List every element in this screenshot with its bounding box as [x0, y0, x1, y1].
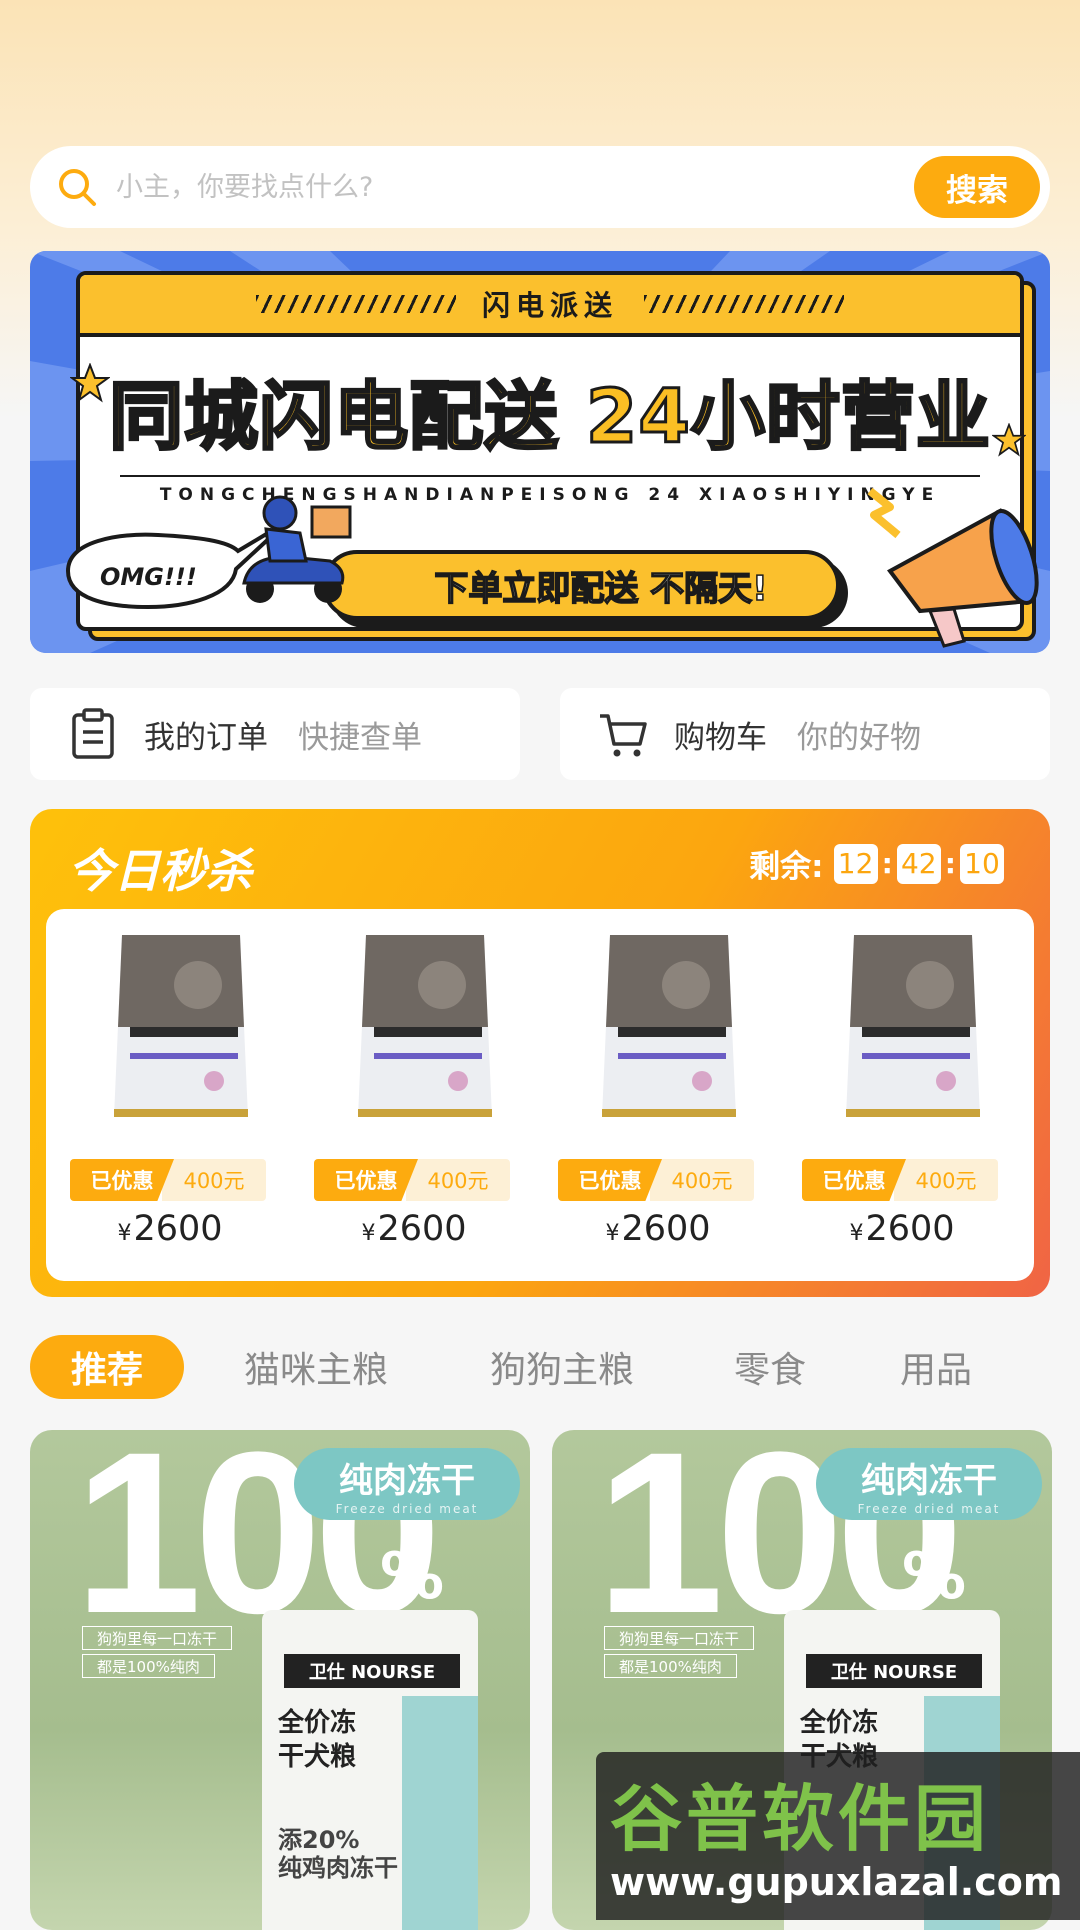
- flash-sale-title: 今日秒杀: [68, 844, 252, 898]
- scooter-rider-icon: [242, 495, 352, 603]
- discount-tag: 400元 已优惠: [70, 1159, 266, 1201]
- tab-cat-food[interactable]: 猫咪主粮: [226, 1335, 406, 1399]
- speech-bubble-text: OMG!!!: [100, 563, 197, 591]
- price-value: 2600: [133, 1209, 223, 1249]
- product-label: 狗狗里每一口冻干: [604, 1626, 755, 1650]
- dog-food-bag: 卫仕 NOURSE 全价冻 干犬粮 添20% 纯鸡肉冻干: [262, 1610, 478, 1930]
- item-price: ¥2600: [304, 1209, 524, 1249]
- bag-brand: 卫仕 NOURSE: [284, 1654, 460, 1688]
- price-value: 2600: [377, 1209, 467, 1249]
- item-price: ¥2600: [60, 1209, 280, 1249]
- my-orders-label: 我的订单: [144, 719, 268, 756]
- cat-food-bag-icon: [114, 935, 248, 1117]
- discount-value: 400元: [406, 1159, 510, 1201]
- product-badge-text: 纯肉冻干: [339, 1460, 475, 1501]
- discount-tag: 400元 已优惠: [558, 1159, 754, 1201]
- currency-symbol: ¥: [605, 1221, 620, 1246]
- delivery-banner[interactable]: 闪电派送 同城闪电配送 24小时营业 TONGCHENGSHANDIANPEIS…: [30, 251, 1050, 653]
- discount-value: 400元: [650, 1159, 754, 1201]
- clipboard-icon: [72, 708, 114, 759]
- countdown-label: 剩余:: [749, 849, 824, 885]
- category-tabs: 推荐 猫咪主粮 狗狗主粮 零食 用品: [30, 1335, 1050, 1399]
- bag-subtitle: 添20% 纯鸡肉冻干: [278, 1826, 398, 1882]
- flash-sale-section: 今日秒杀 剩余: 12 : 42 : 10 400元 已优惠 ¥2600 400…: [30, 809, 1050, 1297]
- flash-sale-item[interactable]: 400元 已优惠 ¥2600: [548, 931, 754, 1271]
- product-badge-text: 纯肉冻干: [861, 1460, 997, 1501]
- countdown-seconds: 10: [960, 843, 1004, 884]
- product-percent: %: [902, 1540, 967, 1614]
- discount-tag: 400元 已优惠: [802, 1159, 998, 1201]
- my-orders-button[interactable]: 我的订单 快捷查单: [30, 688, 520, 780]
- discount-label: 已优惠: [314, 1159, 418, 1201]
- cat-food-bag-icon: [358, 935, 492, 1117]
- cat-food-bag-icon: [602, 935, 736, 1117]
- star-icon: [992, 423, 1026, 457]
- discount-tag: 400元 已优惠: [314, 1159, 510, 1201]
- discount-label: 已优惠: [558, 1159, 662, 1201]
- currency-symbol: ¥: [117, 1221, 132, 1246]
- countdown-timer: 剩余: 12 : 42 : 10: [749, 841, 1004, 886]
- tab-recommend[interactable]: 推荐: [30, 1335, 184, 1399]
- product-card[interactable]: 100 % 纯肉冻干 Freeze dried meat 狗狗里每一口冻干 都是…: [30, 1430, 530, 1930]
- banner-pill: 下单立即配送 不隔天!: [322, 550, 840, 620]
- tab-snacks[interactable]: 零食: [720, 1335, 820, 1399]
- tab-supplies[interactable]: 用品: [886, 1335, 986, 1399]
- product-badge-subtext: Freeze dried meat: [857, 1501, 1001, 1516]
- price-value: 2600: [621, 1209, 711, 1249]
- hatch-decoration: [644, 295, 844, 313]
- product-badge: 纯肉冻干 Freeze dried meat: [816, 1448, 1042, 1520]
- hatch-decoration: [255, 295, 456, 313]
- watermark-title: 谷普软件园: [610, 1777, 991, 1861]
- banner-divider: [120, 475, 980, 477]
- cart-label: 购物车: [674, 719, 767, 756]
- countdown-hours: 12: [833, 843, 878, 884]
- cat-food-bag-icon: [846, 935, 980, 1117]
- banner-strip: 闪电派送: [80, 275, 1020, 337]
- cart-button[interactable]: 购物车 你的好物: [560, 688, 1050, 780]
- bag-stripe: [402, 1696, 478, 1930]
- flash-sale-items: 400元 已优惠 ¥2600 400元 已优惠 ¥2600 400元 已优惠 ¥…: [46, 909, 1034, 1281]
- discount-value: 400元: [162, 1159, 266, 1201]
- watermark: 谷普软件园 www.gupuxlazal.com: [596, 1752, 1080, 1920]
- watermark-url: www.gupuxlazal.com: [610, 1860, 1063, 1904]
- currency-symbol: ¥: [361, 1221, 376, 1246]
- currency-symbol: ¥: [849, 1221, 864, 1246]
- countdown-colon: :: [944, 847, 956, 880]
- product-label: 狗狗里每一口冻干: [82, 1626, 233, 1650]
- flash-sale-item[interactable]: 400元 已优惠 ¥2600: [304, 931, 510, 1271]
- tab-dog-food[interactable]: 狗狗主粮: [472, 1335, 652, 1399]
- discount-label: 已优惠: [802, 1159, 906, 1201]
- countdown-colon: :: [881, 847, 893, 880]
- bag-title: 全价冻 干犬粮: [278, 1708, 357, 1772]
- star-icon: [70, 363, 110, 403]
- item-price: ¥2600: [548, 1209, 768, 1249]
- countdown-minutes: 42: [896, 843, 941, 884]
- flash-sale-item[interactable]: 400元 已优惠 ¥2600: [792, 931, 998, 1271]
- cart-sub: 你的好物: [797, 719, 921, 756]
- product-badge: 纯肉冻干 Freeze dried meat: [294, 1448, 520, 1520]
- product-label: 都是100%纯肉: [604, 1654, 737, 1678]
- megaphone-icon: [867, 487, 1039, 648]
- flash-sale-item[interactable]: 400元 已优惠 ¥2600: [60, 931, 266, 1271]
- item-price: ¥2600: [792, 1209, 1012, 1249]
- banner-strip-text: 闪电派送: [481, 289, 618, 322]
- cart-icon: [600, 714, 647, 757]
- search-input[interactable]: [114, 170, 914, 204]
- discount-value: 400元: [894, 1159, 998, 1201]
- banner-headline: 同城闪电配送 24小时营业: [108, 373, 992, 462]
- my-orders-sub: 快捷查单: [298, 719, 422, 756]
- product-label: 都是100%纯肉: [82, 1654, 215, 1678]
- search-bar[interactable]: 搜索: [30, 146, 1050, 228]
- price-value: 2600: [865, 1209, 955, 1249]
- banner-pill-text: 下单立即配送 不隔天!: [434, 568, 769, 610]
- product-percent: %: [380, 1540, 445, 1614]
- search-button[interactable]: 搜索: [914, 156, 1040, 218]
- search-icon: [59, 169, 96, 206]
- product-badge-subtext: Freeze dried meat: [335, 1501, 479, 1516]
- discount-label: 已优惠: [70, 1159, 174, 1201]
- bag-brand: 卫仕 NOURSE: [806, 1654, 982, 1688]
